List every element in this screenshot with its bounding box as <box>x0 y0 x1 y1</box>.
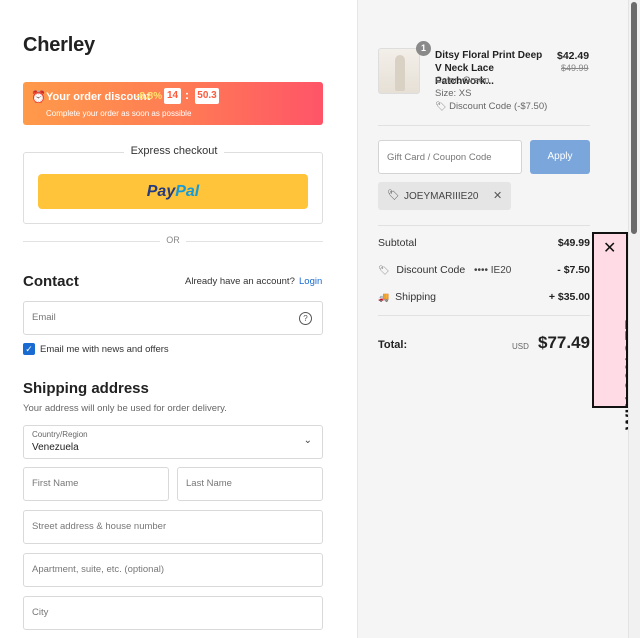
country-label: Country/Region <box>32 430 88 439</box>
subtotal-label: Subtotal <box>378 237 417 249</box>
shipping-row-label: 🚚 Shipping <box>378 291 436 303</box>
first-name-placeholder: First Name <box>32 478 79 489</box>
product-original-price: $49.99 <box>561 63 589 73</box>
email-field[interactable]: Email ? <box>23 301 323 335</box>
discount-row-label: 🏷 Discount Code <box>378 264 465 276</box>
order-summary-panel <box>357 0 628 638</box>
promo-text-wrap: WIN 20%OFF <box>598 319 640 528</box>
shipping-heading: Shipping address <box>23 380 149 397</box>
login-link[interactable]: Login <box>299 276 322 287</box>
street-field[interactable]: Street address & house number <box>23 510 323 544</box>
total-value: $77.49 <box>538 333 590 352</box>
paypal-button[interactable]: PayPal <box>38 174 308 209</box>
product-image <box>395 55 405 91</box>
apartment-field[interactable]: Apartment, suite, etc. (optional) <box>23 553 323 587</box>
or-label: OR <box>160 235 186 245</box>
scrollbar-thumb[interactable] <box>631 2 637 234</box>
product-thumbnail <box>378 48 420 94</box>
country-select[interactable]: Country/Region Venezuela ⌄ <box>23 425 323 459</box>
discount-label: Discount Code <box>396 264 466 276</box>
checkout-form-panel: Cherley ⏰ Your order discount -8.8% 14 :… <box>0 0 357 638</box>
applied-coupon-chip: 🏷 JOEYMARIIIE20 ✕ <box>378 182 511 210</box>
remove-coupon-icon[interactable]: ✕ <box>493 189 502 202</box>
truck-icon: 🚚 <box>378 292 390 302</box>
email-placeholder: Email <box>32 312 56 323</box>
city-placeholder: City <box>32 607 49 618</box>
discount-title: Your order discount <box>46 91 151 103</box>
shipping-label: Shipping <box>395 291 437 303</box>
product-size: Size: XS <box>435 88 472 99</box>
apply-button[interactable]: Apply <box>530 140 590 174</box>
product-discount-text: Discount Code (-$7.50) <box>449 101 548 112</box>
street-placeholder: Street address & house number <box>32 521 167 532</box>
divider <box>378 315 590 316</box>
divider <box>378 225 590 226</box>
subtotal-value: $49.99 <box>557 237 590 249</box>
timer-separator: : <box>185 88 189 102</box>
express-checkout-label: Express checkout <box>124 145 224 157</box>
discount-percent: -8.8% <box>136 91 163 102</box>
divider <box>378 125 590 126</box>
discount-value: - $7.50 <box>557 264 590 276</box>
discount-subtitle: Complete your order as soon as possible <box>46 109 192 118</box>
newsletter-label: Email me with news and offers <box>40 344 169 355</box>
alarm-clock-icon: ⏰ <box>31 90 46 104</box>
contact-heading: Contact <box>23 273 79 290</box>
coupon-placeholder: Gift Card / Coupon Code <box>387 152 492 163</box>
timer-seconds: 50.3 <box>195 88 219 104</box>
apartment-placeholder: Apartment, suite, etc. (optional) <box>32 564 165 575</box>
close-icon[interactable]: ✕ <box>603 238 616 258</box>
coupon-input[interactable]: Gift Card / Coupon Code <box>378 140 522 174</box>
tag-icon: 🏷 <box>435 101 447 111</box>
quantity-badge: 1 <box>416 41 431 56</box>
total-label: Total: <box>378 339 408 351</box>
promo-popup-tab[interactable]: ✕ WIN 20%OFF <box>592 232 640 430</box>
brand-logo[interactable]: Cherley <box>23 34 95 57</box>
order-discount-banner: ⏰ Your order discount -8.8% 14 : 50.3 Co… <box>23 82 323 125</box>
shipping-subtitle: Your address will only be used for order… <box>23 403 227 414</box>
first-name-field[interactable]: First Name <box>23 467 169 501</box>
tag-icon: 🏷 <box>387 190 400 201</box>
total-currency: USD <box>512 342 529 351</box>
account-prompt: Already have an account? <box>185 276 295 287</box>
applied-coupon-code: JOEYMARIIIE20 <box>404 191 479 202</box>
tag-icon: 🏷 <box>378 265 390 275</box>
discount-code-masked: •••• IE20 <box>474 265 512 276</box>
city-field[interactable]: City <box>23 596 323 630</box>
help-icon[interactable]: ? <box>299 312 312 325</box>
paypal-logo-part1: Pay <box>146 183 176 200</box>
shipping-value: + $35.00 <box>548 291 590 303</box>
last-name-placeholder: Last Name <box>186 478 232 489</box>
product-discount: 🏷 Discount Code (-$7.50) <box>435 101 547 112</box>
newsletter-checkbox[interactable]: ✓ <box>23 343 35 355</box>
product-color: Color: Green <box>435 75 490 86</box>
express-checkout-box: Express checkout PayPal <box>23 145 323 224</box>
country-value: Venezuela <box>32 442 79 453</box>
product-price: $42.49 <box>557 50 590 62</box>
paypal-logo-part2: Pal <box>175 183 200 200</box>
chevron-down-icon: ⌄ <box>303 435 312 446</box>
last-name-field[interactable]: Last Name <box>177 467 323 501</box>
timer-minutes: 14 <box>164 88 181 104</box>
